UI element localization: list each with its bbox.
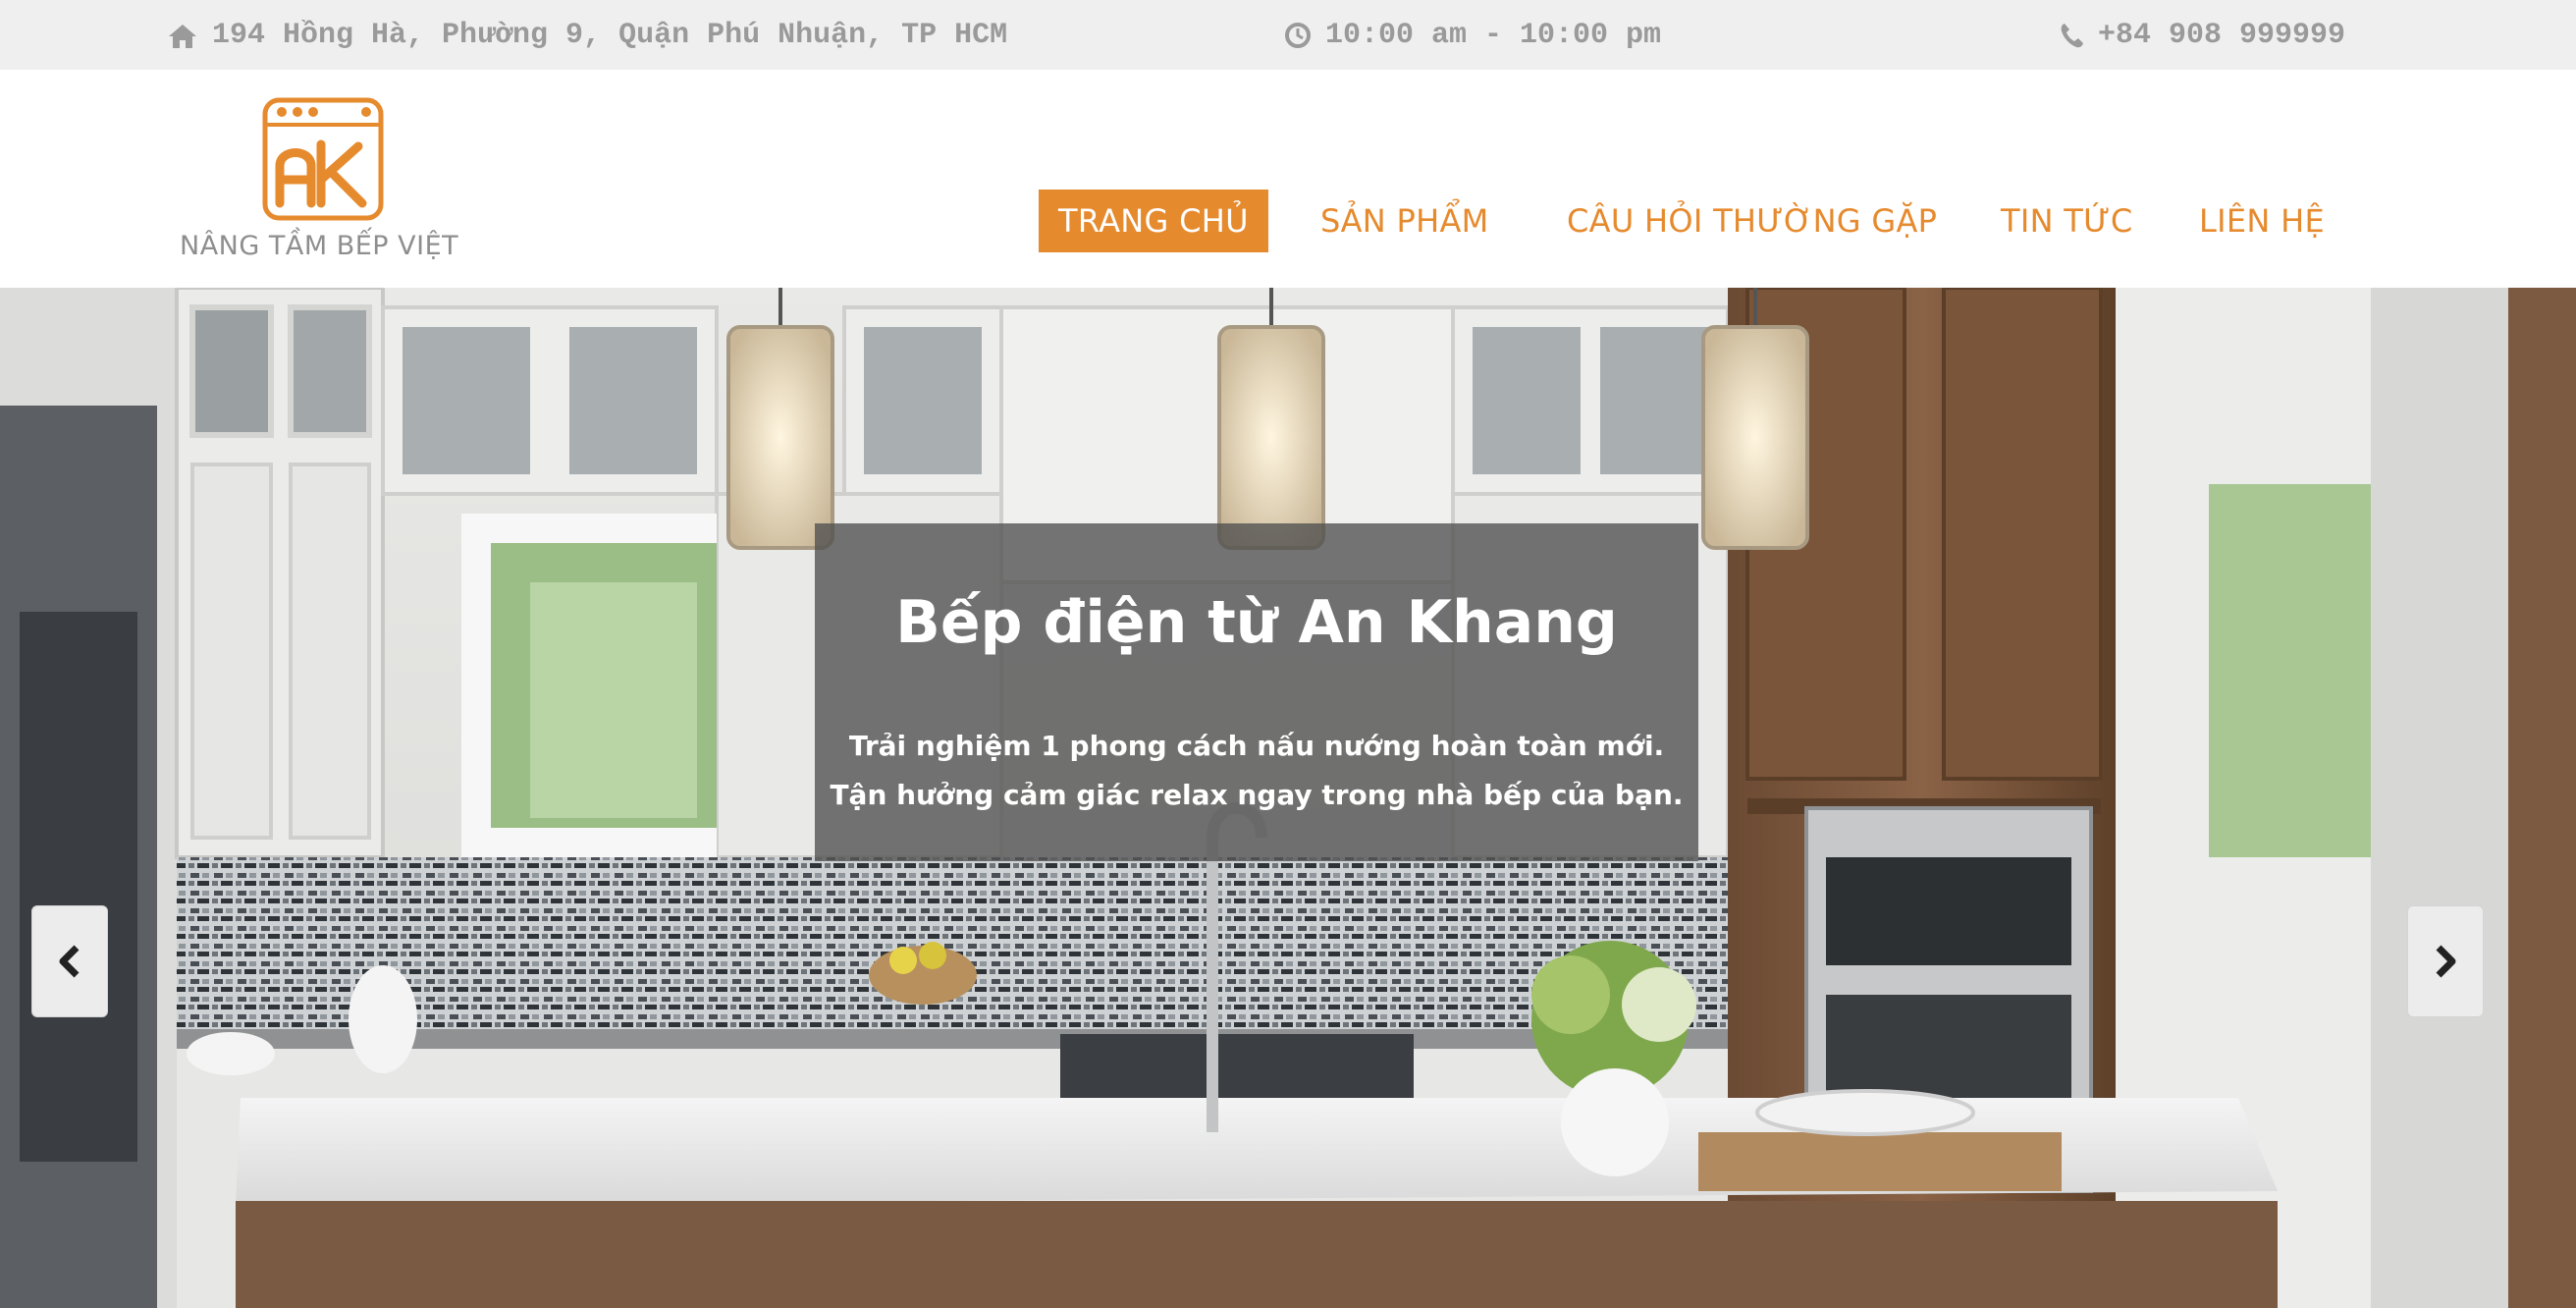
- slider-next-button[interactable]: [2407, 905, 2484, 1017]
- logo-tagline: NÂNG TẦM BẾP VIỆT: [180, 231, 459, 261]
- nav-item-faq[interactable]: CÂU HỎI THƯỜNG GẶP: [1567, 190, 1937, 252]
- site-header: NÂNG TẦM BẾP VIỆT TRANG CHỦ SẢN PHẨM CÂU…: [0, 70, 2576, 288]
- nav-item-news[interactable]: TIN TỨC: [2001, 190, 2133, 252]
- phone-text: +84 908 999999: [2097, 18, 2345, 52]
- address-text: 194 Hồng Hà, Phường 9, Quận Phú Nhuận, T…: [212, 18, 1008, 52]
- chevron-left-icon: [59, 945, 80, 978]
- hero-slider: Bếp điện từ An Khang Trải nghiệm 1 phong…: [0, 288, 2576, 1308]
- hours-text: 10:00 am - 10:00 pm: [1325, 18, 1662, 52]
- slider-prev-button[interactable]: [31, 905, 108, 1017]
- hero-title: Bếp điện từ An Khang: [895, 588, 1618, 657]
- phone-icon: [2061, 23, 2083, 47]
- hero-caption: Bếp điện từ An Khang Trải nghiệm 1 phong…: [815, 523, 1698, 861]
- nav-item-contact[interactable]: LIÊN HỆ: [2199, 190, 2325, 252]
- hours-info: 10:00 am - 10:00 pm: [1284, 0, 1661, 70]
- logo-mark: [262, 97, 384, 221]
- home-icon: [169, 24, 196, 48]
- hero-subtitle-line-1: Trải nghiệm 1 phong cách nấu nướng hoàn …: [848, 730, 1665, 762]
- top-info-bar: 194 Hồng Hà, Phường 9, Quận Phú Nhuận, T…: [0, 0, 2576, 70]
- hero-subtitle-line-2: Tận hưởng cảm giác relax ngay trong nhà …: [830, 779, 1684, 811]
- phone-info[interactable]: +84 908 999999: [2059, 0, 2345, 70]
- clock-icon: [1285, 22, 1311, 48]
- chevron-right-icon: [2436, 945, 2456, 978]
- address-info: 194 Hồng Hà, Phường 9, Quận Phú Nhuận, T…: [167, 0, 1007, 70]
- site-logo[interactable]: NÂNG TẦM BẾP VIỆT: [180, 97, 474, 264]
- nav-item-products[interactable]: SẢN PHẨM: [1320, 190, 1489, 252]
- nav-item-home[interactable]: TRANG CHỦ: [1039, 190, 1268, 252]
